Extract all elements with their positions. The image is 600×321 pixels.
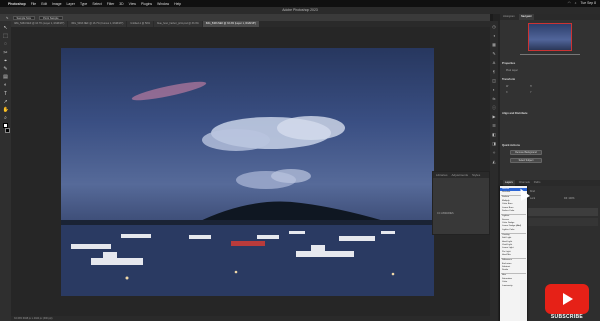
tab-styles[interactable]: Styles — [472, 172, 480, 178]
menu-3d[interactable]: 3D — [119, 2, 123, 6]
libraries-icon[interactable]: ◫ — [492, 78, 497, 83]
tab-histogram[interactable]: Histogram — [503, 14, 515, 20]
blend-mode-option[interactable]: Luminosity — [500, 285, 527, 288]
wifi-icon[interactable]: ◠ — [568, 1, 571, 5]
blend-mode-option[interactable]: Lighter Color — [500, 229, 527, 232]
properties-icon[interactable]: ☰ — [492, 123, 497, 128]
channels-icon[interactable]: ◨ — [492, 141, 497, 146]
app-menu[interactable]: Photoshop — [8, 2, 26, 6]
tab-adjustments[interactable]: Adjustments — [452, 172, 469, 178]
layers-icon[interactable]: ◧ — [492, 132, 497, 137]
history-icon[interactable]: ◷ — [492, 24, 497, 29]
navigator-tabs: Histogram Navigator — [500, 14, 600, 20]
brush-settings-icon[interactable]: ✎ — [492, 51, 497, 56]
menu-plugins[interactable]: Plugins — [141, 2, 152, 6]
menu-layer[interactable]: Layer — [66, 2, 74, 6]
menu-select[interactable]: Select — [92, 2, 101, 6]
transform-w: W — [506, 85, 509, 88]
layer-row[interactable] — [528, 218, 598, 226]
align-title[interactable]: Align and Distribute — [502, 112, 528, 115]
menu-help[interactable]: Help — [174, 2, 181, 6]
layer-row[interactable] — [528, 208, 598, 216]
search-icon[interactable]: ⌕ — [575, 1, 577, 5]
transform-h: H — [530, 85, 532, 88]
eyedropper-tool-icon[interactable]: ⌖ — [3, 58, 9, 64]
dodge-tool-icon[interactable]: ◐ — [3, 82, 9, 88]
styles-icon[interactable]: fx — [492, 96, 497, 101]
menu-type[interactable]: Type — [80, 2, 87, 6]
libraries-note: CC LIBRARIES — [437, 212, 454, 215]
zoom-slider[interactable] — [520, 54, 580, 55]
adjustments-icon[interactable]: ◐ — [492, 87, 497, 92]
clock[interactable]: Tue Sep 8 — [580, 1, 596, 5]
subscribe-label: SUBSCRIBE — [550, 314, 584, 320]
canvas-area[interactable] — [11, 27, 490, 316]
window-title: Adobe Photoshop 2023 — [0, 7, 600, 14]
status-bar: 33.33% 6048 px x 4024 px (300 ppi) — [11, 316, 490, 321]
marquee-tool-icon[interactable]: ⬚ — [3, 33, 9, 39]
blend-mode-option[interactable]: Hard Mix — [500, 254, 527, 257]
transform-x: X — [506, 91, 508, 94]
select-subject-button[interactable]: Select Subject — [510, 158, 542, 163]
menu-bar: Photoshop File Edit Image Layer Type Sel… — [0, 0, 600, 7]
character-icon[interactable]: A — [492, 60, 497, 65]
type-tool-icon[interactable]: T — [3, 91, 9, 97]
quick-actions-title[interactable]: Quick Actions — [502, 144, 520, 147]
harbor-photo[interactable] — [61, 48, 434, 296]
menu-filter[interactable]: Filter — [107, 2, 115, 6]
eyedropper-icon[interactable]: ✎ — [6, 16, 9, 20]
crop-tool-icon[interactable]: ✂ — [3, 50, 9, 56]
menu-file[interactable]: File — [31, 2, 36, 6]
sample-size-select[interactable]: Sample Size — [12, 15, 36, 20]
remove-background-button[interactable]: Remove Background — [510, 150, 542, 155]
menu-window[interactable]: Window — [157, 2, 169, 6]
info-icon[interactable]: ⓘ — [492, 105, 497, 110]
properties-subtitle: Pixel Layer — [506, 69, 518, 72]
lasso-tool-icon[interactable]: ◌ — [3, 41, 9, 47]
background-color-swatch[interactable] — [4, 128, 10, 134]
blend-mode-option[interactable]: Divide — [500, 269, 527, 272]
brush-tool-icon[interactable]: ✎ — [3, 66, 9, 72]
hand-tool-icon[interactable]: ✋ — [3, 107, 9, 113]
options-bar: ✎ Sample Size Point Sample — [0, 14, 490, 21]
photo-scene — [61, 81, 434, 296]
tab-libraries[interactable]: Libraries — [436, 172, 448, 178]
blend-mode-option[interactable]: Darker Color — [500, 210, 527, 213]
menu-edit[interactable]: Edit — [41, 2, 47, 6]
3d-icon[interactable]: ◭ — [492, 159, 497, 164]
tab-navigator[interactable]: Navigator — [518, 14, 534, 20]
path-selection-tool-icon[interactable]: ↗ — [3, 99, 9, 105]
menu-view[interactable]: View — [129, 2, 136, 6]
move-tool-icon[interactable]: ↖ — [3, 25, 9, 31]
zoom-tool-icon[interactable]: ⌕ — [3, 115, 9, 121]
paragraph-icon[interactable]: ¶ — [492, 69, 497, 74]
transform-title[interactable]: Transform — [502, 78, 515, 81]
sample-value-select[interactable]: Point Sample — [39, 15, 63, 20]
layer-kind-filter[interactable]: Kind — [530, 190, 535, 193]
panel-icon-column: ◷ ◑ ▦ ✎ A ¶ ◫ ◐ fx ⓘ ▶ ☰ ◧ ◨ ✧ ◭ — [490, 21, 498, 321]
actions-icon[interactable]: ▶ — [492, 114, 497, 119]
fill-field[interactable]: Fill: 100% — [564, 197, 575, 200]
play-icon — [563, 293, 573, 305]
libraries-float-panel: Libraries Adjustments Styles CC LIBRARIE… — [432, 171, 490, 235]
tools-panel: ↖ ⬚ ◌ ✂ ⌖ ✎ ▤ ◐ T ↗ ✋ ⌕ — [0, 21, 11, 321]
lock-label: Lock — [530, 197, 536, 200]
tab-paths[interactable]: Paths — [534, 180, 541, 186]
blend-mode-dropdown[interactable]: Normal Dissolve Darken Multiply Color Bu… — [500, 186, 527, 321]
eraser-tool-icon[interactable]: ▤ — [3, 74, 9, 80]
color-icon[interactable]: ◑ — [492, 33, 497, 38]
properties-title: Properties — [502, 62, 516, 65]
float-panel-tabs: Libraries Adjustments Styles — [433, 172, 489, 178]
menu-image[interactable]: Image — [52, 2, 61, 6]
paths-icon[interactable]: ✧ — [492, 150, 497, 155]
transform-y: Y — [530, 91, 532, 94]
subscribe-watermark[interactable]: SUBSCRIBE — [545, 284, 589, 321]
navigator-preview[interactable] — [528, 23, 572, 51]
swatches-icon[interactable]: ▦ — [492, 42, 497, 47]
